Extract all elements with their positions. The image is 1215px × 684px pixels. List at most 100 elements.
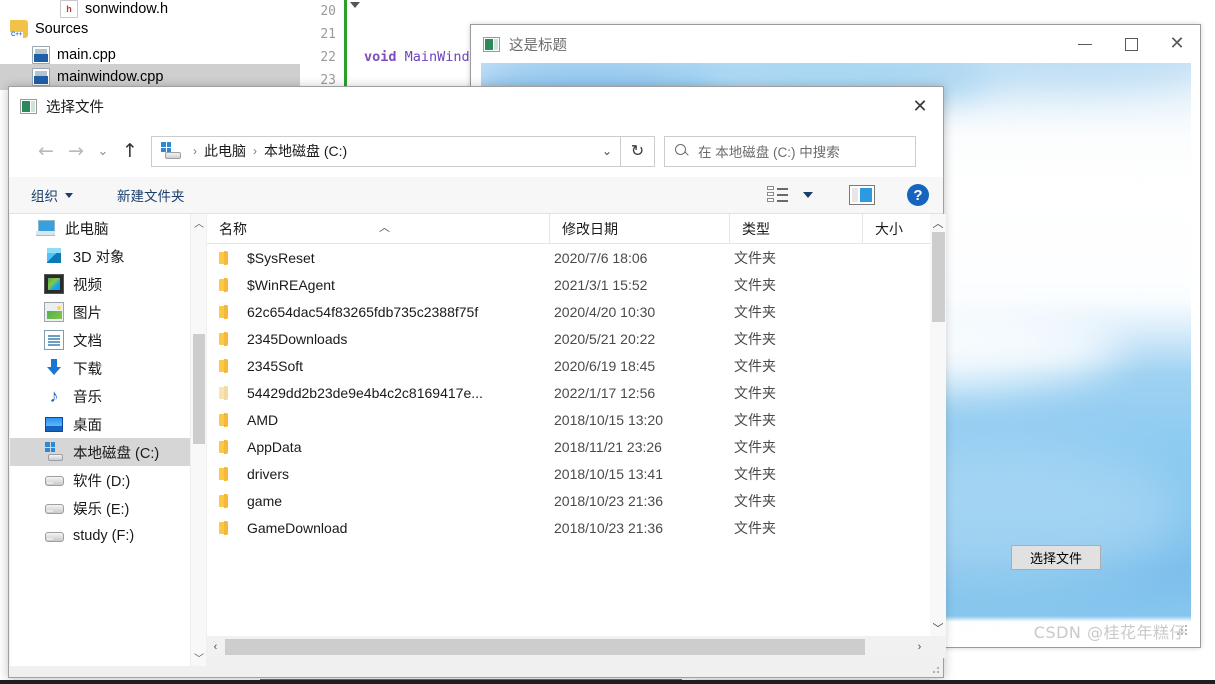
file-date-cell: 2018/11/21 23:26 xyxy=(554,438,662,455)
sidebar-item-label: 本地磁盘 (C:) xyxy=(73,445,160,462)
file-type-cell: 文件夹 xyxy=(734,303,776,320)
new-folder-button[interactable]: 新建文件夹 xyxy=(117,185,185,205)
file-name-label: 2345Downloads xyxy=(247,330,348,347)
chevron-down-icon[interactable] xyxy=(803,192,813,198)
back-button[interactable]: ← xyxy=(31,134,61,168)
table-row[interactable]: game 2018/10/23 21:36 文件夹 xyxy=(207,487,930,514)
sidebar-item-pictures[interactable]: 图片 xyxy=(10,298,190,326)
dialog-close-button[interactable]: ✕ xyxy=(897,87,943,125)
dialog-titlebar[interactable]: 选择文件 xyxy=(9,87,943,125)
vertical-scrollbar-thumb[interactable] xyxy=(932,232,945,322)
file-name-cell: 2345Downloads xyxy=(219,331,347,347)
refresh-button[interactable]: ↻ xyxy=(621,135,655,167)
file-list-vertical-scrollbar[interactable]: ︿ ﹀ xyxy=(930,214,946,636)
column-header-size[interactable]: 大小 xyxy=(862,214,930,244)
help-icon[interactable]: ? xyxy=(907,184,929,206)
table-row[interactable]: $WinREAgent 2021/3/1 15:52 文件夹 xyxy=(207,271,930,298)
file-list-horizontal-scrollbar[interactable]: ‹ › xyxy=(207,636,946,658)
sidebar-item-this-pc[interactable]: 此电脑 xyxy=(10,214,190,242)
file-name-cell: AppData xyxy=(219,439,301,455)
dialog-resize-grip-icon[interactable] xyxy=(928,662,939,673)
chevron-up-icon[interactable]: ︿ xyxy=(191,214,207,231)
sidebar-item-videos[interactable]: 视频 xyxy=(10,270,190,298)
select-file-button[interactable]: 选择文件 xyxy=(1011,545,1101,570)
sidebar-item-downloads[interactable]: 下载 xyxy=(10,354,190,382)
project-file-label: main.cpp xyxy=(57,47,116,63)
sidebar-item-desktop[interactable]: 桌面 xyxy=(10,410,190,438)
folder-icon xyxy=(219,331,235,346)
app-icon xyxy=(483,36,500,52)
cpp-file-icon xyxy=(32,68,50,86)
sidebar-scrollbar-thumb[interactable] xyxy=(193,334,205,444)
column-header-type[interactable]: 类型 xyxy=(729,214,862,244)
file-date-cell: 2018/10/15 13:20 xyxy=(554,411,663,428)
maximize-button[interactable] xyxy=(1108,25,1154,63)
sidebar-item-drive-d[interactable]: 软件 (D:) xyxy=(10,466,190,494)
sidebar-item-documents[interactable]: 文档 xyxy=(10,326,190,354)
file-date-cell: 2022/1/17 12:56 xyxy=(554,384,656,401)
chevron-down-icon[interactable]: ﹀ xyxy=(930,619,946,636)
file-list[interactable]: $SysReset 2020/7/6 18:06 文件夹 $WinREAgent… xyxy=(207,244,930,636)
preview-pane-icon[interactable] xyxy=(849,185,875,205)
sidebar-item-3d-objects[interactable]: 3D 对象 xyxy=(10,242,190,270)
search-placeholder: 在 本地磁盘 (C:) 中搜索 xyxy=(698,145,840,160)
this-pc-icon xyxy=(36,218,56,238)
table-row[interactable]: 2345Downloads 2020/5/21 20:22 文件夹 xyxy=(207,325,930,352)
file-type-cell: 文件夹 xyxy=(734,357,776,374)
table-row[interactable]: $SysReset 2020/7/6 18:06 文件夹 xyxy=(207,244,930,271)
file-name-cell: $SysReset xyxy=(219,250,315,266)
organize-menu-button[interactable]: 组织 xyxy=(31,185,73,205)
address-breadcrumb-bar[interactable]: › 此电脑 › 本地磁盘 (C:) ⌄ xyxy=(151,135,621,167)
desktop-icon xyxy=(44,414,64,434)
chevron-down-icon[interactable]: ⌄ xyxy=(602,144,612,158)
sidebar-item-local-disk-c[interactable]: 本地磁盘 (C:) xyxy=(10,438,190,466)
code-fold-icon[interactable] xyxy=(350,2,360,8)
navigation-sidebar[interactable]: 此电脑 3D 对象 视频 图片 文档 下载 ♪ 音乐 桌面 本地磁盘 (C:) … xyxy=(10,214,190,666)
table-row[interactable]: GameDownload 2018/10/23 21:36 文件夹 xyxy=(207,514,930,541)
breadcrumb-item-this-pc[interactable]: 此电脑 xyxy=(204,141,246,161)
table-row[interactable]: AppData 2018/11/21 23:26 文件夹 xyxy=(207,433,930,460)
sidebar-item-label: 音乐 xyxy=(73,389,102,406)
breadcrumb-item-local-disk[interactable]: 本地磁盘 (C:) xyxy=(264,141,347,161)
refresh-icon: ↻ xyxy=(630,143,645,160)
music-icon: ♪ xyxy=(49,386,59,406)
file-type-cell: 文件夹 xyxy=(734,411,776,428)
table-row[interactable]: AMD 2018/10/15 13:20 文件夹 xyxy=(207,406,930,433)
file-type-cell: 文件夹 xyxy=(734,276,776,293)
list-view-icon[interactable] xyxy=(767,186,789,204)
horizontal-scrollbar-thumb[interactable] xyxy=(225,639,865,655)
sidebar-item-drive-e[interactable]: 娱乐 (E:) xyxy=(10,494,190,522)
sidebar-item-label: 视频 xyxy=(73,277,102,294)
chevron-down-icon[interactable]: ﹀ xyxy=(191,649,207,666)
column-header-date-modified[interactable]: 修改日期 xyxy=(549,214,729,244)
file-date-cell: 2020/6/19 18:45 xyxy=(554,357,656,374)
chevron-up-icon[interactable]: ︿ xyxy=(930,214,946,231)
table-row[interactable]: drivers 2018/10/15 13:41 文件夹 xyxy=(207,460,930,487)
up-button[interactable]: ↑ xyxy=(115,134,145,168)
close-button[interactable]: ✕ xyxy=(1154,25,1200,63)
file-name-cell: GameDownload xyxy=(219,520,347,536)
minimize-button[interactable] xyxy=(1062,25,1108,63)
file-type-cell: 文件夹 xyxy=(734,438,776,455)
table-row[interactable]: 62c654dac54f83265fdb735c2388f75f 2020/4/… xyxy=(207,298,930,325)
file-open-dialog[interactable]: 选择文件 ✕ ← → ⌄ ↑ › 此电脑 › 本地磁盘 (C:) ⌄ ↻ 在 本… xyxy=(8,86,946,684)
recent-locations-button[interactable]: ⌄ xyxy=(91,134,115,168)
sidebar-scrollbar[interactable]: ︿ ﹀ xyxy=(190,214,206,666)
folder-icon xyxy=(219,466,235,481)
table-row[interactable]: 2345Soft 2020/6/19 18:45 文件夹 xyxy=(207,352,930,379)
chevron-left-icon[interactable]: ‹ xyxy=(207,636,224,658)
close-icon: ✕ xyxy=(1169,33,1185,54)
column-header-name[interactable]: 名称 ︿ xyxy=(207,214,549,244)
sidebar-item-drive-f[interactable]: study (F:) xyxy=(10,522,190,550)
chevron-right-icon[interactable]: › xyxy=(911,636,928,658)
folder-icon xyxy=(219,304,235,319)
project-group-sources[interactable]: Sources xyxy=(0,16,300,42)
file-name-label: 2345Soft xyxy=(247,357,304,374)
search-field[interactable]: 在 本地磁盘 (C:) 中搜索 xyxy=(664,135,916,167)
column-header-label: 大小 xyxy=(875,221,903,237)
forward-button[interactable]: → xyxy=(61,134,91,168)
file-type-cell: 文件夹 xyxy=(734,330,776,347)
sidebar-item-label: 下载 xyxy=(73,361,102,378)
table-row[interactable]: 54429dd2b23de9e4b4c2c8169417e... 2022/1/… xyxy=(207,379,930,406)
sidebar-item-music[interactable]: ♪ 音乐 xyxy=(10,382,190,410)
